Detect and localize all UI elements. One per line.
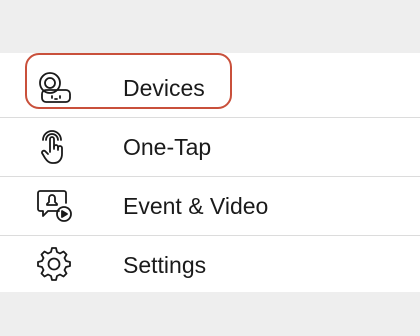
event-video-icon: [34, 185, 74, 225]
menu-item-one-tap[interactable]: One-Tap: [0, 118, 420, 177]
menu-item-devices[interactable]: Devices: [0, 53, 420, 118]
menu-item-label: One-Tap: [123, 134, 212, 160]
menu-item-label: Devices: [123, 75, 205, 101]
gear-icon: [34, 244, 74, 284]
menu-item-label: Event & Video: [123, 193, 269, 219]
menu-item-label: Settings: [123, 252, 207, 278]
camera-plug-icon: [34, 67, 74, 107]
tap-hand-icon: [34, 126, 74, 166]
menu-item-event-video[interactable]: Event & Video: [0, 177, 420, 236]
menu-item-settings[interactable]: Settings: [0, 236, 420, 295]
bottom-band: [0, 292, 420, 336]
top-band: [0, 0, 420, 53]
navigation-menu: Devices One-Tap Event & Video Settings: [0, 53, 420, 295]
menu-screen: Devices One-Tap Event & Video Settings: [0, 0, 420, 336]
